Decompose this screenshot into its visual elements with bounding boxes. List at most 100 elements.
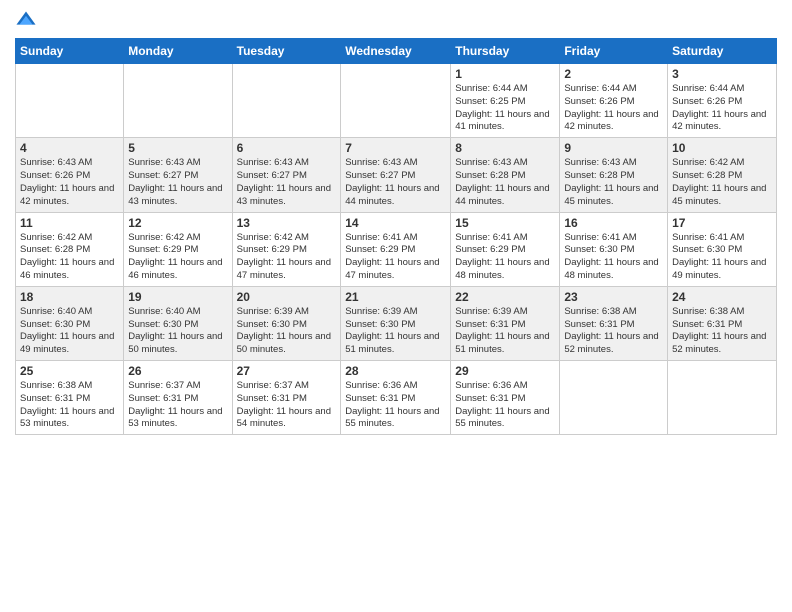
day-info: Sunrise: 6:42 AM Sunset: 6:29 PM Dayligh… (237, 232, 337, 283)
day-info: Sunrise: 6:43 AM Sunset: 6:28 PM Dayligh… (564, 157, 663, 208)
day-info: Sunrise: 6:43 AM Sunset: 6:27 PM Dayligh… (345, 157, 446, 208)
day-number: 22 (455, 290, 555, 304)
day-info: Sunrise: 6:44 AM Sunset: 6:26 PM Dayligh… (672, 83, 772, 134)
calendar-header-wednesday: Wednesday (341, 39, 451, 64)
calendar-cell: 5 Sunrise: 6:43 AM Sunset: 6:27 PM Daylig… (124, 138, 232, 212)
day-info: Sunrise: 6:41 AM Sunset: 6:29 PM Dayligh… (455, 232, 555, 283)
day-info: Sunrise: 6:36 AM Sunset: 6:31 PM Dayligh… (345, 380, 446, 431)
day-number: 16 (564, 216, 663, 230)
day-info: Sunrise: 6:41 AM Sunset: 6:30 PM Dayligh… (564, 232, 663, 283)
calendar-cell: 4Sunrise: 6:43 AM Sunset: 6:26 PM Daylig… (16, 138, 124, 212)
calendar-cell: 8Sunrise: 6:43 AM Sunset: 6:28 PM Daylig… (451, 138, 560, 212)
calendar-cell: 20 Sunrise: 6:39 AM Sunset: 6:30 PM Dayli… (232, 286, 341, 360)
day-number: 3 (672, 67, 772, 81)
day-number: 19 (128, 290, 227, 304)
calendar-week-1: 1 Sunrise: 6:44 AM Sunset: 6:25 PM Daylig… (16, 64, 777, 138)
logo (15, 10, 41, 32)
day-info: Sunrise: 6:39 AM Sunset: 6:30 PM Dayligh… (345, 306, 446, 357)
calendar-cell: 2 Sunrise: 6:44 AM Sunset: 6:26 PM Daylig… (560, 64, 668, 138)
calendar-cell: 22 Sunrise: 6:39 AM Sunset: 6:31 PM Dayli… (451, 286, 560, 360)
day-info: Sunrise: 6:43 AM Sunset: 6:27 PM Dayligh… (128, 157, 227, 208)
day-info: Sunrise: 6:38 AM Sunset: 6:31 PM Dayligh… (20, 380, 119, 431)
calendar-cell: 1 Sunrise: 6:44 AM Sunset: 6:25 PM Daylig… (451, 64, 560, 138)
calendar-cell: 17 Sunrise: 6:41 AM Sunset: 6:30 PM Dayli… (668, 212, 777, 286)
calendar-cell (668, 361, 777, 435)
day-info: Sunrise: 6:40 AM Sunset: 6:30 PM Dayligh… (20, 306, 119, 357)
day-number: 14 (345, 216, 446, 230)
day-number: 9 (564, 141, 663, 155)
day-info: Sunrise: 6:42 AM Sunset: 6:28 PM Dayligh… (20, 232, 119, 283)
calendar-cell: 14 Sunrise: 6:41 AM Sunset: 6:29 PM Dayli… (341, 212, 451, 286)
calendar-cell: 27Sunrise: 6:37 AM Sunset: 6:31 PM Dayli… (232, 361, 341, 435)
calendar-cell (232, 64, 341, 138)
day-number: 21 (345, 290, 446, 304)
calendar-cell: 24 Sunrise: 6:38 AM Sunset: 6:31 PM Dayli… (668, 286, 777, 360)
day-info: Sunrise: 6:41 AM Sunset: 6:29 PM Dayligh… (345, 232, 446, 283)
calendar-cell: 26 Sunrise: 6:37 AM Sunset: 6:31 PM Dayli… (124, 361, 232, 435)
day-number: 10 (672, 141, 772, 155)
day-number: 20 (237, 290, 337, 304)
day-number: 28 (345, 364, 446, 378)
calendar-cell: 18 Sunrise: 6:40 AM Sunset: 6:30 PM Dayli… (16, 286, 124, 360)
day-number: 29 (455, 364, 555, 378)
calendar-cell: 15 Sunrise: 6:41 AM Sunset: 6:29 PM Dayli… (451, 212, 560, 286)
calendar-header-friday: Friday (560, 39, 668, 64)
day-info: Sunrise: 6:44 AM Sunset: 6:26 PM Dayligh… (564, 83, 663, 134)
day-number: 25 (20, 364, 119, 378)
day-info: Sunrise: 6:42 AM Sunset: 6:29 PM Dayligh… (128, 232, 227, 283)
day-info: Sunrise: 6:39 AM Sunset: 6:31 PM Dayligh… (455, 306, 555, 357)
calendar-cell: 3 Sunrise: 6:44 AM Sunset: 6:26 PM Daylig… (668, 64, 777, 138)
calendar-cell: 21 Sunrise: 6:39 AM Sunset: 6:30 PM Dayli… (341, 286, 451, 360)
day-number: 2 (564, 67, 663, 81)
calendar: SundayMondayTuesdayWednesdayThursdayFrid… (15, 38, 777, 435)
calendar-week-3: 11 Sunrise: 6:42 AM Sunset: 6:28 PM Dayli… (16, 212, 777, 286)
day-number: 23 (564, 290, 663, 304)
day-info: Sunrise: 6:42 AM Sunset: 6:28 PM Dayligh… (672, 157, 772, 208)
calendar-cell: 23 Sunrise: 6:38 AM Sunset: 6:31 PM Dayli… (560, 286, 668, 360)
page: SundayMondayTuesdayWednesdayThursdayFrid… (0, 0, 792, 612)
calendar-cell: 29Sunrise: 6:36 AM Sunset: 6:31 PM Dayli… (451, 361, 560, 435)
calendar-cell: 28 Sunrise: 6:36 AM Sunset: 6:31 PM Dayli… (341, 361, 451, 435)
day-number: 7 (345, 141, 446, 155)
calendar-cell: 13 Sunrise: 6:42 AM Sunset: 6:29 PM Dayli… (232, 212, 341, 286)
day-info: Sunrise: 6:38 AM Sunset: 6:31 PM Dayligh… (564, 306, 663, 357)
logo-icon (15, 10, 37, 32)
day-number: 26 (128, 364, 227, 378)
day-number: 17 (672, 216, 772, 230)
day-info: Sunrise: 6:38 AM Sunset: 6:31 PM Dayligh… (672, 306, 772, 357)
day-number: 4 (20, 141, 119, 155)
calendar-cell: 12Sunrise: 6:42 AM Sunset: 6:29 PM Dayli… (124, 212, 232, 286)
calendar-cell (16, 64, 124, 138)
day-number: 8 (455, 141, 555, 155)
calendar-cell: 16 Sunrise: 6:41 AM Sunset: 6:30 PM Dayli… (560, 212, 668, 286)
calendar-header-saturday: Saturday (668, 39, 777, 64)
day-number: 5 (128, 141, 227, 155)
header (15, 10, 777, 32)
day-number: 13 (237, 216, 337, 230)
day-number: 1 (455, 67, 555, 81)
calendar-cell: 25 Sunrise: 6:38 AM Sunset: 6:31 PM Dayli… (16, 361, 124, 435)
day-number: 24 (672, 290, 772, 304)
calendar-cell (124, 64, 232, 138)
calendar-week-2: 4Sunrise: 6:43 AM Sunset: 6:26 PM Daylig… (16, 138, 777, 212)
day-number: 15 (455, 216, 555, 230)
day-info: Sunrise: 6:41 AM Sunset: 6:30 PM Dayligh… (672, 232, 772, 283)
calendar-header-sunday: Sunday (16, 39, 124, 64)
day-info: Sunrise: 6:37 AM Sunset: 6:31 PM Dayligh… (128, 380, 227, 431)
calendar-week-4: 18 Sunrise: 6:40 AM Sunset: 6:30 PM Dayli… (16, 286, 777, 360)
calendar-header-tuesday: Tuesday (232, 39, 341, 64)
calendar-header-thursday: Thursday (451, 39, 560, 64)
calendar-header-row: SundayMondayTuesdayWednesdayThursdayFrid… (16, 39, 777, 64)
day-number: 18 (20, 290, 119, 304)
calendar-cell (341, 64, 451, 138)
calendar-cell (560, 361, 668, 435)
day-number: 6 (237, 141, 337, 155)
day-info: Sunrise: 6:43 AM Sunset: 6:27 PM Dayligh… (237, 157, 337, 208)
day-info: Sunrise: 6:39 AM Sunset: 6:30 PM Dayligh… (237, 306, 337, 357)
calendar-cell: 10 Sunrise: 6:42 AM Sunset: 6:28 PM Dayli… (668, 138, 777, 212)
calendar-header-monday: Monday (124, 39, 232, 64)
day-number: 11 (20, 216, 119, 230)
calendar-cell: 11 Sunrise: 6:42 AM Sunset: 6:28 PM Dayli… (16, 212, 124, 286)
day-info: Sunrise: 6:44 AM Sunset: 6:25 PM Dayligh… (455, 83, 555, 134)
calendar-cell: 7 Sunrise: 6:43 AM Sunset: 6:27 PM Daylig… (341, 138, 451, 212)
